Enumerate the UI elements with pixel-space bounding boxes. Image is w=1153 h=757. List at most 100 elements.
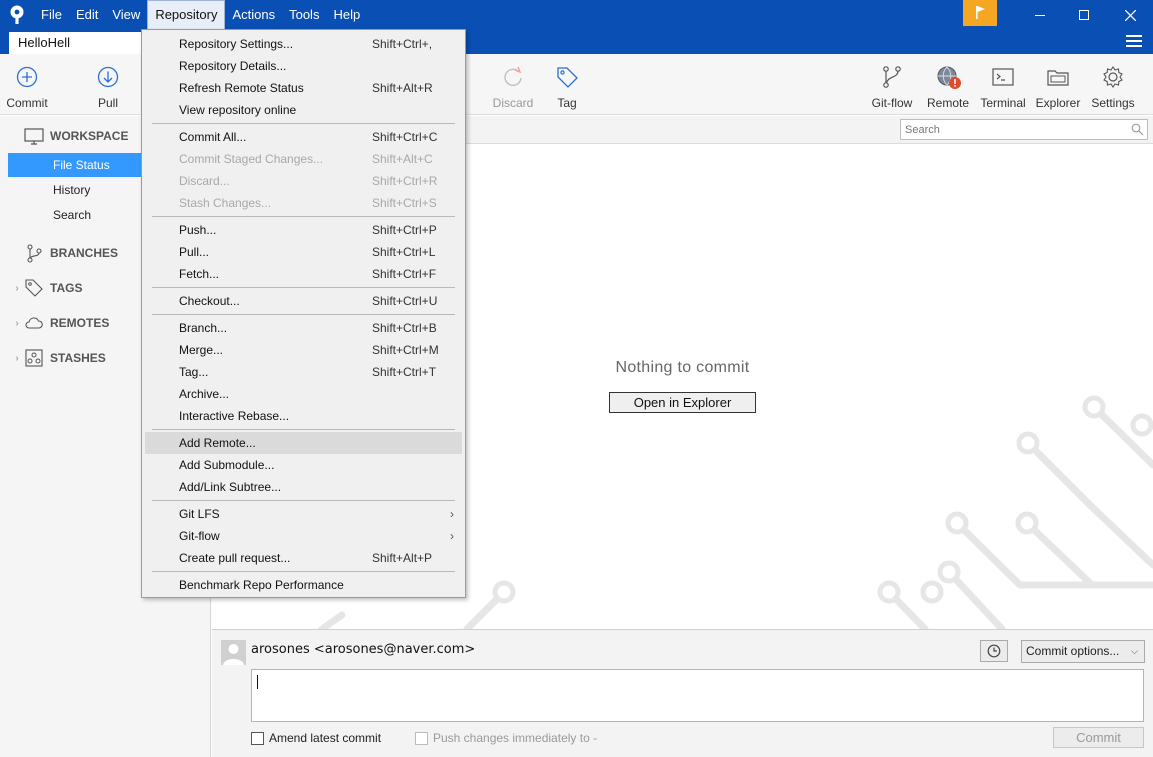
menu-separator	[152, 571, 455, 572]
menu-item-add-submodule[interactable]: Add Submodule...	[145, 454, 462, 476]
menu-item-merge[interactable]: Merge... Shift+Ctrl+M	[145, 339, 462, 361]
menu-item-stash-changes[interactable]: Stash Changes... Shift+Ctrl+S	[145, 192, 462, 214]
chevron-right-icon: ›	[15, 282, 19, 294]
menu-edit[interactable]: Edit	[69, 0, 105, 30]
avatar	[221, 640, 246, 665]
minimize-icon	[1035, 15, 1045, 16]
commit-author: arosones <arosones@naver.com>	[251, 642, 476, 657]
gitflow-toolbar-button[interactable]: Git-flow	[867, 54, 917, 115]
menu-bar: File Edit View Repository Actions Tools …	[34, 0, 367, 30]
menu-separator	[152, 500, 455, 501]
clock-icon	[987, 644, 1001, 658]
menu-item-tag[interactable]: Tag... Shift+Ctrl+T	[145, 361, 462, 383]
menu-item-commit-all[interactable]: Commit All... Shift+Ctrl+C	[145, 126, 462, 148]
menu-actions[interactable]: Actions	[225, 0, 282, 30]
remote-toolbar-button[interactable]: Remote	[925, 54, 971, 115]
flag-icon	[976, 6, 985, 19]
maximize-icon	[1079, 10, 1089, 20]
folder-icon	[1047, 70, 1069, 86]
arrow-down-circle-icon	[97, 66, 119, 88]
cloud-icon	[25, 317, 43, 329]
sidebar-stashes-header[interactable]: › STASHES	[0, 346, 106, 370]
terminal-icon	[992, 68, 1014, 86]
commit-panel: arosones <arosones@naver.com> Commit opt…	[212, 629, 1153, 757]
repository-menu: Repository Settings... Shift+Ctrl+, Repos…	[141, 29, 466, 598]
chevron-right-icon: ›	[15, 317, 19, 329]
menu-item-fetch[interactable]: Fetch... Shift+Ctrl+F	[145, 263, 462, 285]
menu-item-discard[interactable]: Discard... Shift+Ctrl+R	[145, 170, 462, 192]
menu-item-repository-details[interactable]: Repository Details...	[145, 55, 462, 77]
hamburger-menu-icon[interactable]	[1126, 35, 1142, 49]
sidebar-workspace-header[interactable]: WORKSPACE	[0, 124, 128, 148]
chevron-right-icon: ›	[450, 529, 454, 543]
tag-icon	[25, 279, 43, 297]
chevron-right-icon: ›	[450, 507, 454, 521]
menu-item-view-repository-online[interactable]: View repository online	[145, 99, 462, 121]
menu-separator	[152, 216, 455, 217]
chevron-right-icon: ›	[15, 352, 19, 364]
menu-item-commit-staged-changes[interactable]: Commit Staged Changes... Shift+Alt+C	[145, 148, 462, 170]
search-input[interactable]	[901, 120, 1121, 139]
gear-icon	[1103, 66, 1123, 88]
menu-item-git-lfs[interactable]: Git LFS ›	[145, 503, 462, 525]
settings-toolbar-button[interactable]: Settings	[1089, 54, 1137, 115]
close-icon	[1124, 9, 1136, 21]
stash-icon	[25, 349, 43, 367]
menu-separator	[152, 314, 455, 315]
menu-item-archive[interactable]: Archive...	[145, 383, 462, 405]
menu-item-add-link-subtree[interactable]: Add/Link Subtree...	[145, 476, 462, 498]
terminal-toolbar-button[interactable]: Terminal	[978, 54, 1028, 115]
menu-separator	[152, 287, 455, 288]
sidebar-branches-header[interactable]: BRANCHES	[0, 241, 118, 265]
menu-item-git-flow[interactable]: Git-flow ›	[145, 525, 462, 547]
gitflow-icon	[883, 66, 901, 88]
commit-toolbar-button[interactable]: Commit	[4, 54, 50, 115]
menu-item-pull[interactable]: Pull... Shift+Ctrl+L	[145, 241, 462, 263]
empty-state-text: Nothing to commit	[615, 359, 750, 376]
maximize-button[interactable]	[1061, 0, 1107, 30]
menu-separator	[152, 123, 455, 124]
close-button[interactable]	[1107, 0, 1153, 30]
push-immediately-checkbox[interactable]: Push changes immediately to -	[415, 731, 597, 745]
user-avatar-icon	[221, 640, 246, 665]
commit-history-button[interactable]	[980, 640, 1008, 662]
pull-toolbar-button[interactable]: Pull	[85, 54, 131, 115]
commit-options-dropdown[interactable]: Commit options... ⌵	[1021, 640, 1145, 663]
menu-item-checkout[interactable]: Checkout... Shift+Ctrl+U	[145, 290, 462, 312]
search-icon	[1131, 123, 1144, 136]
menu-item-add-remote[interactable]: Add Remote...	[145, 432, 462, 454]
menu-item-benchmark-repo-performance[interactable]: Benchmark Repo Performance	[145, 574, 462, 596]
commit-button[interactable]: Commit	[1053, 727, 1144, 748]
monitor-icon	[24, 128, 44, 145]
chevron-down-icon: ⌵	[1131, 646, 1138, 656]
menu-item-refresh-remote-status[interactable]: Refresh Remote Status Shift+Alt+R	[145, 77, 462, 99]
menu-item-create-pull-request[interactable]: Create pull request... Shift+Alt+P	[145, 547, 462, 569]
open-in-explorer-button[interactable]: Open in Explorer	[609, 392, 756, 413]
explorer-toolbar-button[interactable]: Explorer	[1034, 54, 1082, 115]
plus-circle-icon	[16, 66, 38, 88]
menu-item-repository-settings[interactable]: Repository Settings... Shift+Ctrl+,	[145, 33, 462, 55]
sidebar-remotes-header[interactable]: › REMOTES	[0, 311, 109, 335]
menu-separator	[152, 429, 455, 430]
amend-latest-commit-checkbox[interactable]: Amend latest commit	[251, 731, 381, 745]
globe-alert-icon	[937, 66, 961, 89]
notification-flag-button[interactable]	[963, 0, 997, 26]
menu-view[interactable]: View	[105, 0, 147, 30]
tag-icon	[557, 67, 578, 88]
menu-item-interactive-rebase[interactable]: Interactive Rebase...	[145, 405, 462, 427]
menu-item-push[interactable]: Push... Shift+Ctrl+P	[145, 219, 462, 241]
commit-message-input[interactable]	[251, 669, 1144, 722]
menu-help[interactable]: Help	[326, 0, 367, 30]
sidebar-tags-header[interactable]: › TAGS	[0, 276, 82, 300]
discard-refresh-icon	[504, 66, 522, 87]
title-bar: File Edit View Repository Actions Tools …	[0, 0, 1153, 30]
text-cursor	[257, 675, 258, 689]
menu-item-branch[interactable]: Branch... Shift+Ctrl+B	[145, 317, 462, 339]
menu-tools[interactable]: Tools	[282, 0, 326, 30]
tag-toolbar-button[interactable]: Tag	[547, 54, 587, 115]
repo-tab[interactable]: HelloHell	[9, 32, 143, 54]
menu-file[interactable]: File	[34, 0, 69, 30]
minimize-button[interactable]	[1017, 0, 1063, 30]
menu-repository[interactable]: Repository	[147, 0, 226, 30]
discard-toolbar-button[interactable]: Discard	[490, 54, 536, 115]
